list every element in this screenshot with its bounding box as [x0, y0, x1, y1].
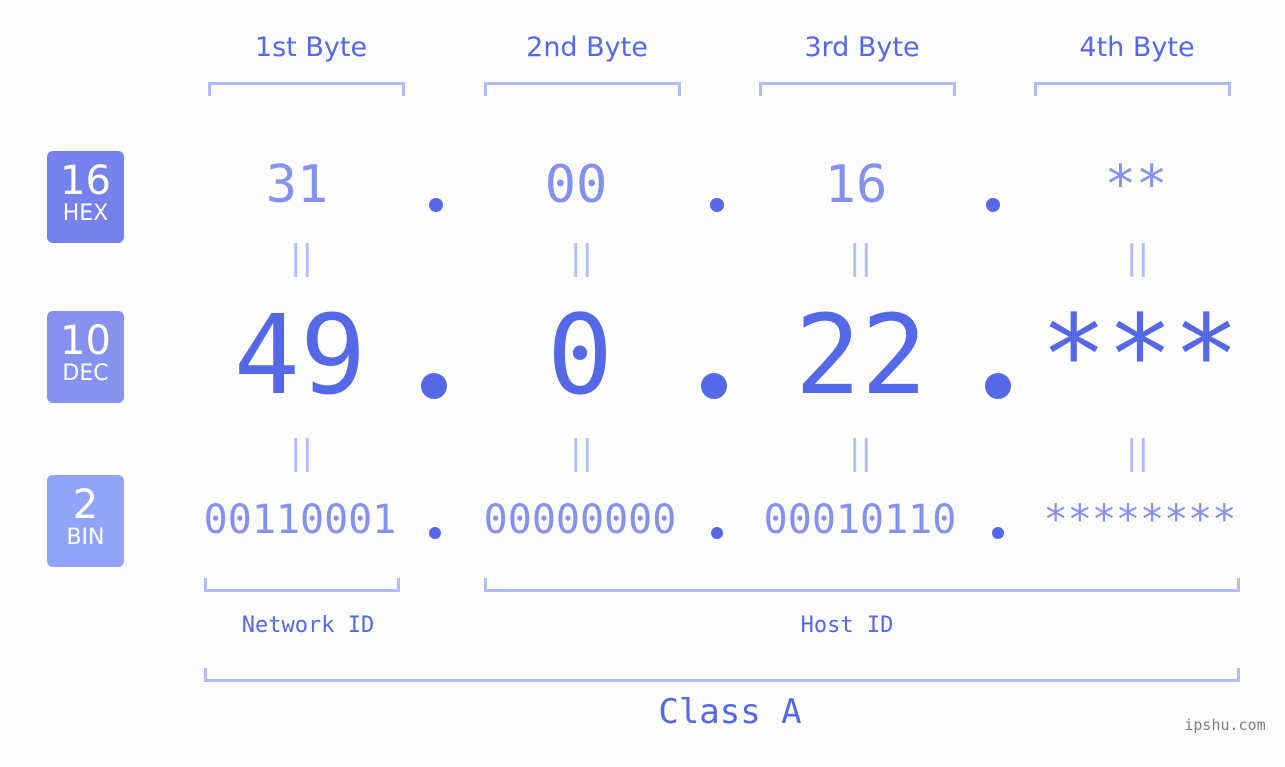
bin-value-3: 00010110 [763, 497, 957, 543]
host-id-bracket [484, 578, 1240, 592]
dec-value-1: 49 [233, 291, 367, 419]
bin-value-4: ******** [1043, 497, 1237, 543]
bin-badge-base: 2 [72, 482, 99, 528]
byte-header-1: 1st Byte [254, 32, 368, 63]
byte-header-4: 4th Byte [1079, 32, 1195, 63]
bin-badge-label: BIN [66, 525, 105, 550]
equals-sign: || [849, 433, 872, 473]
dec-separator-dot [985, 373, 1011, 399]
equals-sign: || [849, 238, 872, 278]
dec-badge-base: 10 [60, 318, 111, 364]
network-id-bracket [204, 578, 400, 592]
hex-value-1: 31 [265, 155, 329, 215]
bin-separator-dot [711, 527, 723, 539]
byte-bracket-1 [208, 82, 405, 96]
byte-bracket-4 [1034, 82, 1231, 96]
hex-separator-dot [429, 198, 443, 212]
hex-separator-dot [710, 198, 724, 212]
dec-separator-dot [701, 373, 727, 399]
dec-badge: 10 DEC [47, 311, 124, 403]
dec-badge-label: DEC [62, 361, 109, 386]
equals-sign: || [1126, 433, 1149, 473]
hex-badge-base: 16 [60, 158, 111, 204]
class-label: Class A [658, 692, 802, 732]
hex-separator-dot [986, 198, 1000, 212]
equals-sign: || [570, 433, 593, 473]
hex-badge-label: HEX [62, 201, 109, 226]
dec-value-4: *** [1040, 291, 1240, 419]
byte-bracket-3 [759, 82, 956, 96]
byte-header-3: 3rd Byte [804, 32, 920, 63]
hex-value-3: 16 [824, 155, 888, 215]
hex-badge: 16 HEX [47, 151, 124, 243]
host-id-label: Host ID [800, 613, 894, 638]
equals-sign: || [570, 238, 593, 278]
byte-bracket-2 [484, 82, 681, 96]
bin-separator-dot [992, 527, 1004, 539]
hex-value-2: 00 [544, 155, 608, 215]
dec-value-3: 22 [794, 291, 928, 419]
byte-header-2: 2nd Byte [526, 32, 648, 63]
equals-sign: || [290, 433, 313, 473]
watermark: ipshu.com [1184, 716, 1266, 734]
class-bracket [204, 668, 1240, 682]
bin-badge: 2 BIN [47, 475, 124, 567]
equals-sign: || [290, 238, 313, 278]
bin-value-1: 00110001 [203, 497, 397, 543]
network-id-label: Network ID [241, 613, 375, 638]
equals-sign: || [1126, 238, 1149, 278]
dec-value-2: 0 [546, 291, 614, 419]
bin-value-2: 00000000 [483, 497, 677, 543]
hex-value-4: ** [1104, 155, 1168, 215]
dec-separator-dot [421, 373, 447, 399]
bin-separator-dot [429, 527, 441, 539]
